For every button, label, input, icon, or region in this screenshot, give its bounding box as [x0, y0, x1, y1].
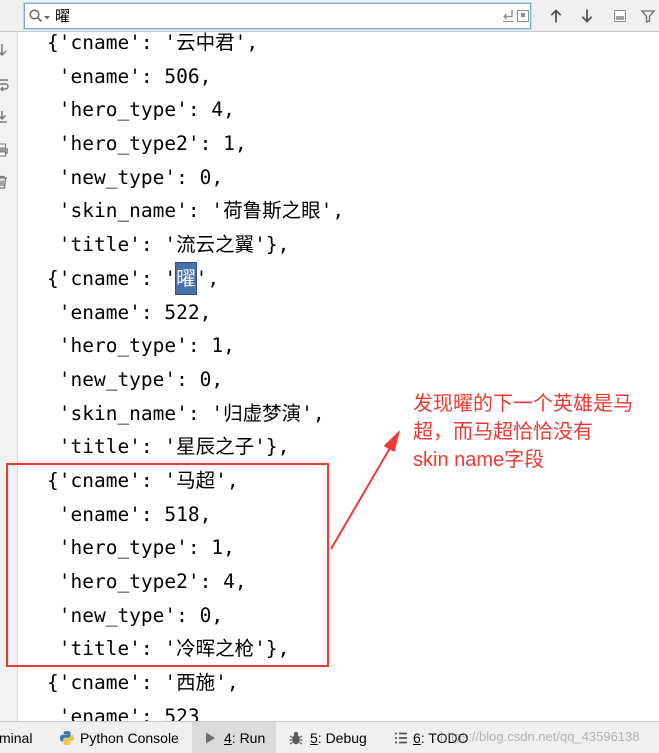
down-stack-trace-icon[interactable] — [0, 42, 10, 58]
console-text: 'ename': 523 — [47, 704, 200, 721]
console-text: 'new_type': 0, — [47, 165, 224, 189]
filter-icon[interactable] — [640, 8, 656, 24]
console-line: 'ename': 522, — [47, 296, 344, 330]
find-bar: 曜 — [0, 0, 659, 32]
console-text: 'skin_name': '归虚梦演', — [47, 401, 325, 425]
tab-label: Python Console — [80, 729, 179, 746]
clear-all-icon[interactable] — [0, 174, 10, 190]
tab-mnemonic: 4 — [224, 729, 232, 746]
console-line: 'skin_name': '荷鲁斯之眼', — [47, 194, 344, 228]
console-text: {'cname': '西施', — [47, 671, 239, 695]
search-input[interactable]: 曜 — [55, 4, 70, 28]
print-icon[interactable] — [0, 142, 10, 158]
tab-label: 5: Debug — [310, 730, 367, 746]
search-match-highlight: 曜 — [176, 262, 196, 294]
console-text: 'hero_type2': 1, — [47, 132, 247, 156]
console-line: 'hero_type2': 1, — [47, 127, 344, 161]
search-options-icon[interactable] — [516, 8, 530, 24]
console-text: 'hero_type': 1, — [47, 334, 235, 358]
debug-icon — [288, 730, 304, 746]
tab-label: minal — [0, 729, 33, 746]
console-line: 'title': '流云之翼'}, — [47, 228, 344, 262]
console-text: 'title': '星辰之子'}, — [47, 435, 290, 459]
tab-run[interactable]: 4: Run — [192, 722, 276, 753]
run-icon — [202, 730, 218, 746]
tab-mnemonic: 5 — [310, 729, 318, 746]
console-text: 'ename': 522, — [47, 300, 212, 324]
console-line: {'cname': '曜', — [47, 262, 344, 296]
newline-icon[interactable] — [501, 8, 515, 24]
arrow-down-icon[interactable] — [579, 8, 595, 24]
search-icon[interactable] — [28, 8, 44, 24]
tab-label-text: : Debug — [317, 729, 367, 746]
console-text: {'cname': '云中君', — [47, 32, 259, 54]
search-field[interactable]: 曜 — [24, 3, 531, 29]
console-line: 'ename': 523 — [47, 700, 344, 721]
console-line: {'cname': '西施', — [47, 666, 344, 700]
annotation-box — [6, 463, 329, 667]
console-line: 'new_type': 0, — [47, 363, 344, 397]
console-text: ', — [195, 266, 220, 290]
console-line: {'cname': '云中君', — [47, 32, 344, 60]
scroll-to-end-icon[interactable] — [0, 109, 10, 125]
tab-label-text: : Run — [231, 729, 266, 746]
annotation-line: skin name字段 — [413, 449, 545, 471]
console-line: 'hero_type': 1, — [47, 329, 344, 363]
console-line: 'ename': 506, — [47, 60, 344, 94]
tab-mnemonic: 6 — [413, 729, 421, 746]
watermark: https://blog.csdn.net/qq_43596138 — [440, 729, 640, 744]
python-console-icon — [59, 730, 75, 746]
select-all-occurrences-icon[interactable] — [612, 8, 628, 24]
tab-terminal[interactable]: minal — [0, 722, 32, 753]
console-text: {'cname': ' — [47, 266, 177, 290]
console-line: 'new_type': 0, — [47, 161, 344, 195]
tab-label: 4: Run — [224, 730, 265, 746]
console-text: 'title': '流云之翼'}, — [47, 233, 290, 257]
annotation-text: 发现曜的下一个英雄是马 超，而马超恰恰没有 skin name字段 — [413, 390, 633, 474]
tab-python-console[interactable]: Python Console — [55, 722, 179, 753]
tab-debug[interactable]: 5: Debug — [280, 722, 367, 753]
console-text: 'skin_name': '荷鲁斯之眼', — [47, 199, 345, 223]
annotation-line: 发现曜的下一个英雄是马 — [413, 393, 633, 415]
arrow-up-icon[interactable] — [548, 8, 564, 24]
console-text: 'new_type': 0, — [47, 367, 224, 391]
console-text: 'hero_type': 4, — [47, 98, 235, 122]
console-line: 'hero_type': 4, — [47, 93, 344, 127]
soft-wrap-icon[interactable] — [0, 77, 10, 93]
console-line: 'skin_name': '归虚梦演', — [47, 397, 344, 431]
annotation-line: 超，而马超恰恰没有 — [413, 421, 593, 443]
console-text: 'ename': 506, — [47, 64, 212, 88]
chevron-down-icon[interactable] — [44, 8, 50, 24]
todo-icon — [393, 730, 409, 746]
console-line: 'title': '星辰之子'}, — [47, 430, 344, 464]
